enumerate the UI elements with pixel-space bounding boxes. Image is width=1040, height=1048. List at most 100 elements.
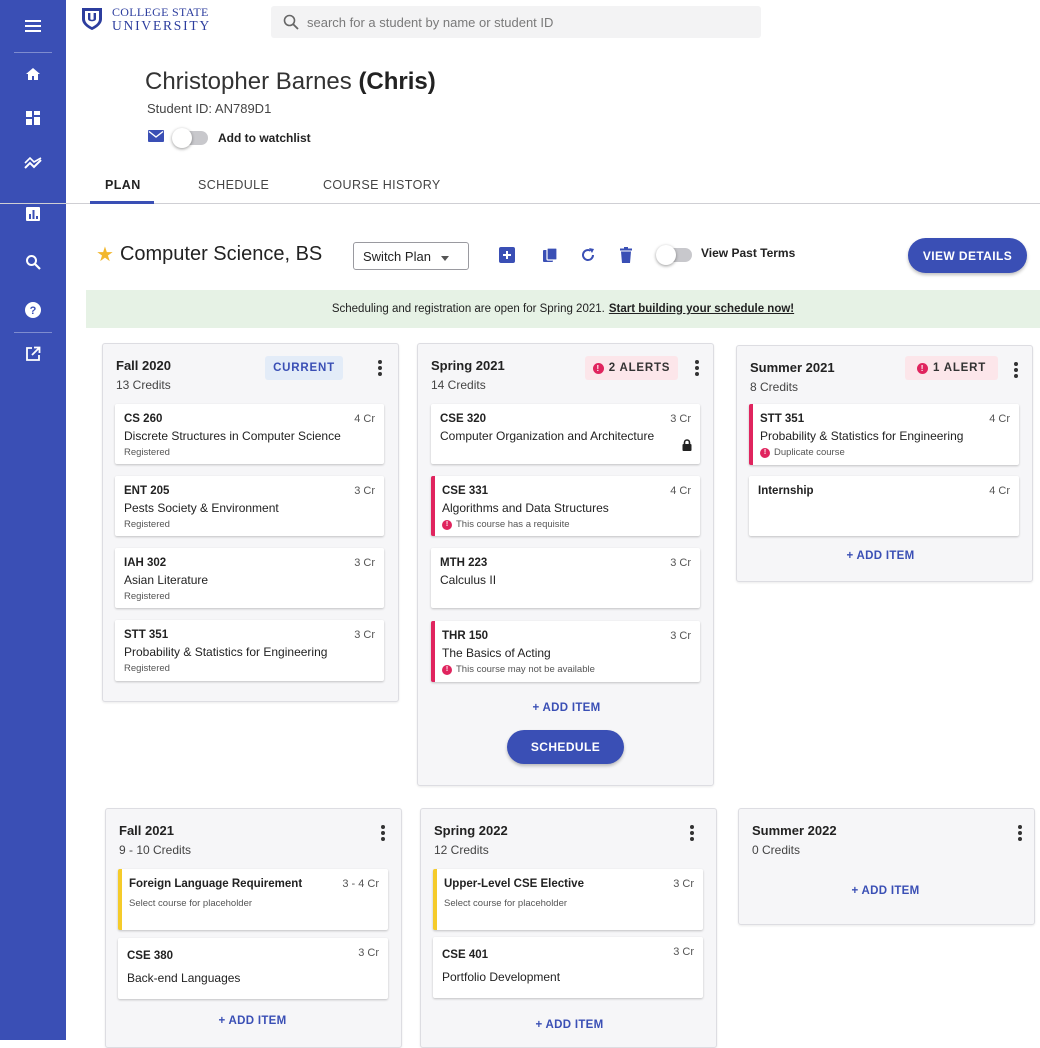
- more-vert-icon[interactable]: [685, 823, 699, 843]
- toggle-knob: [656, 245, 676, 265]
- course-code: CS 260: [124, 413, 163, 425]
- course-card-cs-260[interactable]: CS 260 4 Cr Discrete Structures in Compu…: [115, 404, 384, 464]
- course-card-cse-331[interactable]: CSE 331 4 Cr Algorithms and Data Structu…: [431, 476, 700, 536]
- course-name: Asian Literature: [124, 573, 209, 587]
- course-credits: 3 Cr: [354, 485, 375, 497]
- add-item-button[interactable]: + ADD ITEM: [737, 550, 1024, 562]
- rail-divider: [14, 332, 52, 333]
- course-credits: 3 Cr: [673, 878, 694, 890]
- alert-icon: !: [916, 362, 928, 374]
- bar-chart-icon[interactable]: [21, 202, 45, 226]
- add-plan-icon[interactable]: [497, 245, 517, 265]
- course-code: Upper-Level CSE Elective: [444, 878, 584, 890]
- search-icon[interactable]: [21, 250, 45, 274]
- watchlist-toggle[interactable]: [172, 128, 208, 148]
- course-card-thr-150[interactable]: THR 150 3 Cr The Basics of Acting ! This…: [431, 621, 700, 682]
- dashboard-icon[interactable]: [21, 106, 45, 130]
- open-in-new-icon[interactable]: [21, 342, 45, 366]
- svg-text:?: ?: [30, 305, 37, 317]
- course-status: Registered: [124, 447, 170, 458]
- lock-icon: [682, 438, 692, 456]
- course-credits: 4 Cr: [354, 413, 375, 425]
- view-past-terms-label: View Past Terms: [701, 246, 796, 260]
- menu-icon[interactable]: [21, 14, 45, 38]
- term-card-summer-2021: Summer 2021 8 Credits ! 1 ALERT STT 351 …: [736, 345, 1033, 582]
- home-icon[interactable]: [21, 62, 45, 86]
- course-card-upper-level-elective-placeholder[interactable]: Upper-Level CSE Elective 3 Cr Select cou…: [433, 869, 703, 930]
- term-title: Summer 2022: [752, 823, 837, 838]
- add-item-button[interactable]: + ADD ITEM: [739, 885, 1032, 897]
- course-name: Pests Society & Environment: [124, 501, 279, 515]
- add-item-button[interactable]: + ADD ITEM: [106, 1015, 399, 1027]
- switch-plan-dropdown[interactable]: Switch Plan: [353, 242, 469, 270]
- term-card-summer-2022: Summer 2022 0 Credits + ADD ITEM: [738, 808, 1035, 925]
- student-nickname: (Chris): [358, 68, 436, 95]
- course-card-mth-223[interactable]: MTH 223 3 Cr Calculus II: [431, 548, 700, 608]
- course-card-internship[interactable]: Internship 4 Cr: [749, 476, 1019, 536]
- start-schedule-link[interactable]: Start building your schedule now!: [609, 303, 794, 315]
- term-title: Fall 2020: [116, 358, 171, 373]
- term-title: Fall 2021: [119, 823, 174, 838]
- term-title: Spring 2022: [434, 823, 508, 838]
- term-credits: 12 Credits: [434, 843, 489, 857]
- alerts-badge[interactable]: ! 2 ALERTS: [585, 356, 678, 380]
- alerts-badge[interactable]: ! 1 ALERT: [905, 356, 998, 380]
- add-item-button[interactable]: + ADD ITEM: [421, 1019, 718, 1031]
- more-vert-icon[interactable]: [373, 358, 387, 378]
- alert-icon: !: [592, 362, 604, 374]
- course-card-stt-351[interactable]: STT 351 3 Cr Probability & Statistics fo…: [115, 620, 384, 681]
- logo-line-2: UNIVERSITY: [112, 18, 211, 33]
- course-card-iah-302[interactable]: IAH 302 3 Cr Asian Literature Registered: [115, 548, 384, 608]
- more-vert-icon[interactable]: [1009, 360, 1023, 380]
- course-credits: 3 Cr: [354, 629, 375, 641]
- student-search-bar[interactable]: [271, 6, 761, 38]
- student-full-name: Christopher Barnes: [145, 68, 352, 95]
- course-code: STT 351: [124, 629, 169, 641]
- view-past-terms-toggle[interactable]: [656, 245, 692, 265]
- student-name: Christopher Barnes (Chris): [145, 68, 436, 96]
- course-card-cse-320[interactable]: CSE 320 3 Cr Computer Organization and A…: [431, 404, 700, 464]
- course-alert: ! Duplicate course: [760, 447, 845, 458]
- term-credits: 8 Credits: [750, 380, 799, 394]
- refresh-icon[interactable]: [578, 245, 598, 265]
- university-logo[interactable]: COLLEGE STATE UNIVERSITY: [80, 6, 211, 32]
- schedule-button[interactable]: SCHEDULE: [507, 730, 624, 764]
- registration-banner: Scheduling and registration are open for…: [86, 290, 1040, 328]
- alerts-badge-label: 1 ALERT: [932, 362, 987, 374]
- caret-down-icon: [440, 249, 449, 264]
- course-card-ent-205[interactable]: ENT 205 3 Cr Pests Society & Environment…: [115, 476, 384, 536]
- course-name: Probability & Statistics for Engineering: [760, 429, 964, 443]
- course-card-cse-401[interactable]: CSE 401 3 Cr Portfolio Development: [433, 937, 703, 998]
- tab-bar: PLAN SCHEDULE COURSE HISTORY: [0, 170, 1040, 204]
- more-vert-icon[interactable]: [1013, 823, 1027, 843]
- delete-icon[interactable]: [616, 245, 636, 265]
- course-code: CSE 331: [442, 485, 489, 497]
- course-credits: 4 Cr: [989, 485, 1010, 497]
- email-icon[interactable]: [148, 129, 164, 147]
- course-name: Calculus II: [440, 573, 497, 587]
- course-alert-text: This course may not be available: [456, 664, 595, 675]
- course-card-stt-351-duplicate[interactable]: STT 351 4 Cr Probability & Statistics fo…: [749, 404, 1019, 465]
- term-title: Summer 2021: [750, 360, 835, 375]
- course-code: CSE 320: [440, 413, 487, 425]
- add-item-button[interactable]: + ADD ITEM: [418, 702, 715, 714]
- tab-course-history[interactable]: COURSE HISTORY: [323, 178, 441, 192]
- tab-schedule[interactable]: SCHEDULE: [198, 178, 269, 192]
- banner-text: Scheduling and registration are open for…: [331, 303, 605, 315]
- view-details-button[interactable]: VIEW DETAILS: [908, 238, 1027, 273]
- help-icon[interactable]: ?: [21, 298, 45, 322]
- course-credits: 3 - 4 Cr: [342, 878, 379, 890]
- course-alert-text: Duplicate course: [774, 447, 845, 458]
- course-card-foreign-language-placeholder[interactable]: Foreign Language Requirement 3 - 4 Cr Se…: [118, 869, 388, 930]
- student-search-input[interactable]: [307, 14, 727, 30]
- star-icon[interactable]: ★: [96, 242, 114, 267]
- copy-plan-icon[interactable]: [540, 245, 560, 265]
- more-vert-icon[interactable]: [376, 823, 390, 843]
- course-card-cse-380[interactable]: CSE 380 3 Cr Back-end Languages: [118, 938, 388, 999]
- more-vert-icon[interactable]: [690, 358, 704, 378]
- toggle-knob: [172, 128, 192, 148]
- tab-plan[interactable]: PLAN: [105, 178, 141, 192]
- current-term-badge: CURRENT: [265, 356, 343, 380]
- course-alert-text: This course has a requisite: [456, 519, 570, 530]
- course-code: Internship: [758, 485, 814, 497]
